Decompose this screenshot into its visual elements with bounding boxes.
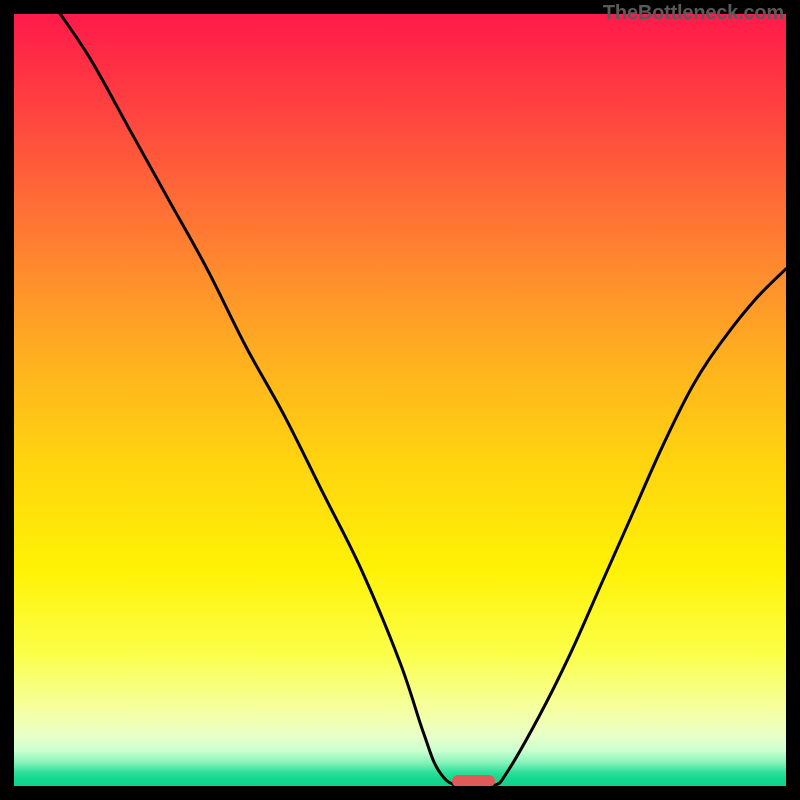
- chart-frame: TheBottleneck.com: [0, 0, 800, 800]
- optimum-marker: [452, 775, 494, 786]
- bottleneck-curve: [14, 14, 786, 786]
- watermark-text: TheBottleneck.com: [603, 2, 784, 25]
- chart-plot-area: [14, 14, 786, 786]
